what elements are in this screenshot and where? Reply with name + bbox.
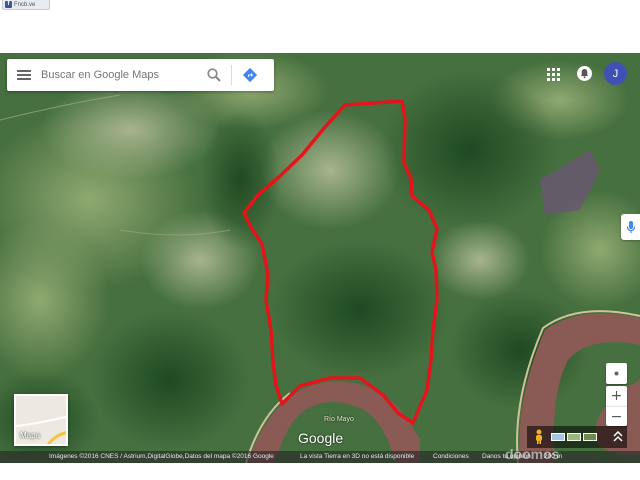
browser-tab-title: Fncb.ve (14, 1, 36, 8)
minimap-label: Mapa (20, 431, 41, 440)
satellite-imagery (0, 53, 640, 463)
zoom-out-button[interactable]: − (606, 406, 627, 426)
satellite-map[interactable] (0, 53, 640, 463)
earth-notice: La vista Tierra en 3D no está disponible (300, 453, 415, 460)
side-panel-pin[interactable] (621, 214, 640, 240)
browser-tab-strip: f Fncb.ve (0, 0, 640, 12)
google-logo: Google (298, 430, 344, 446)
search-icon (207, 68, 221, 82)
search-button[interactable] (201, 59, 227, 91)
directions-icon (242, 67, 258, 83)
notifications-button[interactable] (576, 65, 593, 82)
imagery-strip (527, 426, 627, 448)
terms-link[interactable]: Condiciones (433, 453, 469, 460)
directions-button[interactable] (236, 59, 264, 91)
microphone-icon (626, 221, 635, 233)
apps-grid-icon (547, 68, 560, 81)
page: f Fncb.ve Río Mayo Google Buscar en Goog… (0, 0, 640, 480)
chevron-up-icon[interactable] (613, 431, 623, 443)
search-input[interactable] (41, 65, 201, 85)
apps-button[interactable] (545, 66, 561, 82)
watermark: doomos (505, 446, 560, 462)
river-label: Río Mayo (324, 416, 354, 423)
imagery-thumb-1[interactable] (551, 433, 565, 441)
imagery-thumb-3[interactable] (583, 433, 597, 441)
search-box (7, 59, 274, 91)
facebook-icon: f (5, 1, 12, 8)
hamburger-menu-icon (17, 70, 31, 80)
avatar[interactable]: J (604, 62, 627, 85)
menu-button[interactable] (7, 59, 41, 91)
browser-tab[interactable]: f Fncb.ve (2, 0, 50, 10)
map-type-toggle[interactable]: Mapa (14, 394, 68, 446)
zoom-in-button[interactable]: + (606, 386, 627, 406)
search-divider (231, 65, 232, 85)
pegman-icon[interactable] (533, 429, 545, 445)
imagery-thumb-2[interactable] (567, 433, 581, 441)
my-location-button[interactable] (606, 363, 627, 384)
my-location-icon (614, 371, 619, 376)
notifications-icon (577, 66, 592, 81)
imagery-attribution: Imágenes ©2016 CNES / Astrium,DigitalGlo… (49, 453, 274, 460)
